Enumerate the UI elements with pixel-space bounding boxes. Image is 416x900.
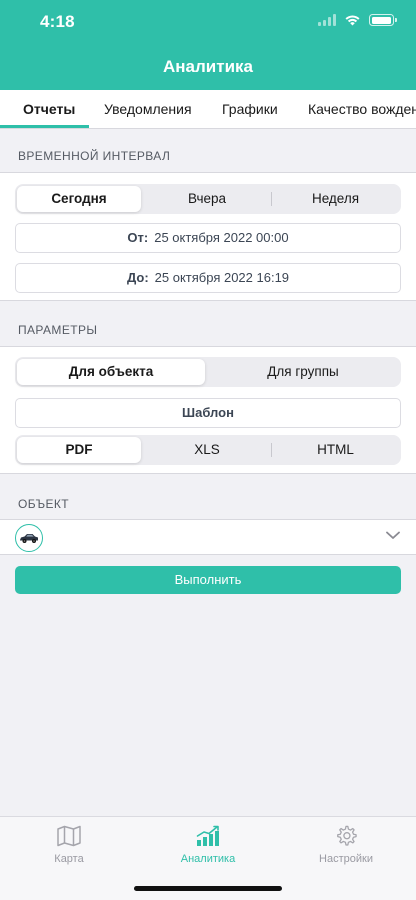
object-avatar: [15, 524, 43, 552]
date-from-field[interactable]: От: 25 октября 2022 00:00: [15, 223, 401, 253]
bottom-tab-analytics-label: Аналитика: [180, 853, 236, 865]
navigation-bar: Аналитика: [0, 44, 416, 90]
bottom-tab-settings[interactable]: Настройки: [286, 825, 406, 865]
bottom-tab-map-label: Карта: [54, 853, 84, 865]
template-field[interactable]: Шаблон: [15, 398, 401, 428]
period-yesterday[interactable]: Вчера: [143, 186, 271, 212]
format-segmented-control: PDF XLS HTML: [15, 435, 401, 465]
object-header: ОБЪЕКТ: [18, 497, 70, 511]
format-xls[interactable]: XLS: [143, 437, 271, 463]
car-icon: [20, 534, 38, 543]
time-interval-header: ВРЕМЕННОЙ ИНТЕРВАЛ: [18, 149, 171, 163]
page-title: Аналитика: [163, 57, 253, 76]
target-segmented-control: Для объекта Для группы: [15, 357, 401, 387]
bottom-tab-settings-label: Настройки: [319, 853, 373, 865]
cellular-signal-icon: [318, 14, 336, 26]
format-html[interactable]: HTML: [272, 437, 399, 463]
status-time: 4:18: [40, 12, 75, 31]
period-segmented-control: Сегодня Вчера Неделя: [15, 184, 401, 214]
tab-reports[interactable]: Отчеты: [23, 90, 75, 128]
analytics-icon: [196, 825, 219, 846]
date-to-value: 25 октября 2022 16:19: [154, 270, 290, 285]
battery-icon: [369, 14, 397, 26]
format-pdf[interactable]: PDF: [17, 437, 141, 463]
run-button[interactable]: Выполнить: [15, 566, 401, 594]
tab-notifications[interactable]: Уведомления: [104, 90, 192, 128]
chevron-down-icon[interactable]: [386, 531, 400, 540]
wifi-icon: [345, 15, 360, 26]
period-week[interactable]: Неделя: [272, 186, 399, 212]
date-to-field[interactable]: До: 25 октября 2022 16:19: [15, 263, 401, 293]
date-from-value: 25 октября 2022 00:00: [154, 230, 289, 245]
object-selector[interactable]: [0, 519, 416, 555]
parameters-header: ПАРАМЕТРЫ: [18, 323, 98, 337]
time-interval-card: Сегодня Вчера Неделя От: 25 октября 2022 …: [0, 172, 416, 301]
period-today[interactable]: Сегодня: [17, 186, 141, 212]
bottom-tab-analytics[interactable]: Аналитика: [148, 825, 268, 865]
bottom-tab-map[interactable]: Карта: [9, 825, 129, 865]
date-to-label: До:: [126, 270, 149, 285]
target-object[interactable]: Для объекта: [17, 359, 205, 385]
home-indicator: [134, 886, 282, 891]
target-group[interactable]: Для группы: [207, 359, 399, 385]
date-from-label: От:: [127, 230, 149, 245]
map-icon: [57, 825, 81, 847]
active-tab-indicator: [0, 125, 89, 128]
tab-driving-quality[interactable]: Качество вожден: [308, 90, 416, 128]
battery-level: [371, 16, 391, 24]
parameters-card: Для объекта Для группы Шаблон PDF XLS HT…: [0, 346, 416, 474]
status-bar: 4:18: [0, 0, 416, 44]
top-tabs: Отчеты Уведомления Графики Качество вожд…: [0, 90, 416, 129]
gear-icon: [337, 825, 357, 846]
tab-charts[interactable]: Графики: [222, 90, 278, 128]
status-icons: [318, 14, 397, 26]
